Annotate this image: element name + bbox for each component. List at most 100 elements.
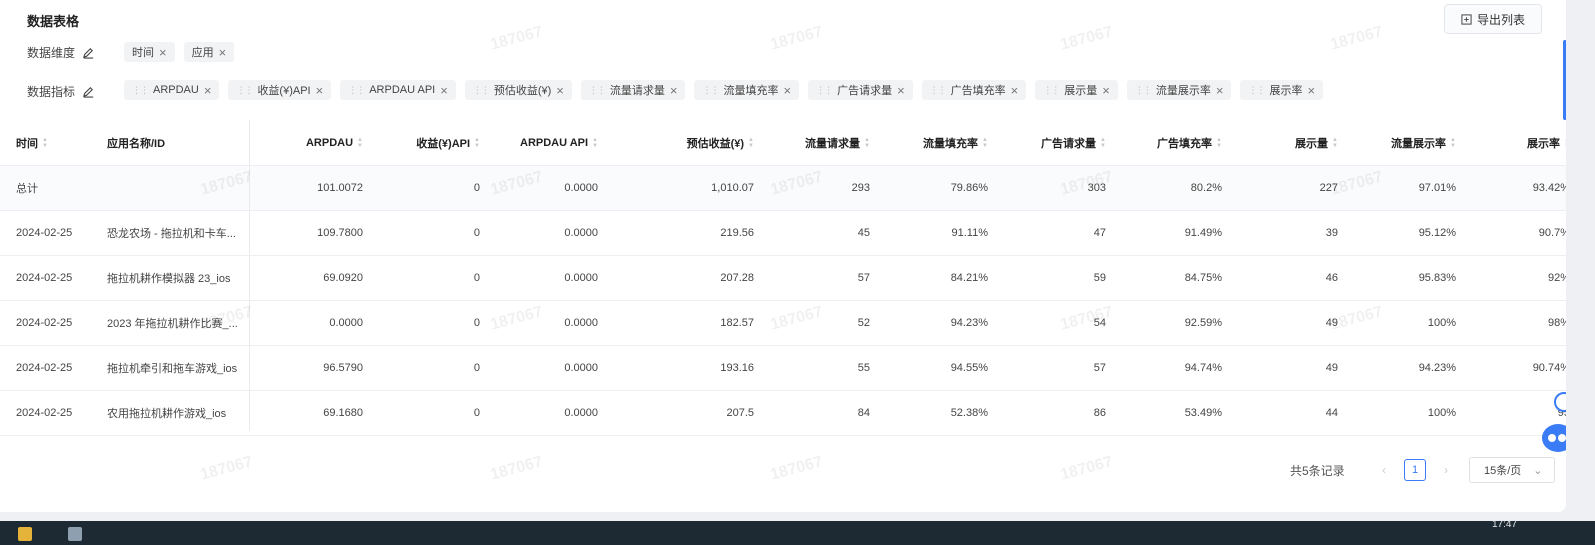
dimension-row-label: 数据维度 bbox=[27, 44, 95, 61]
table-cell: 0.0000 bbox=[564, 227, 598, 239]
edit-pencil-icon[interactable] bbox=[82, 85, 95, 98]
table-cell bbox=[107, 166, 247, 210]
next-page-button[interactable]: › bbox=[1436, 459, 1456, 481]
table-cell: 44 bbox=[1325, 407, 1338, 419]
drag-handle-icon[interactable]: ⋮⋮ bbox=[1043, 85, 1060, 96]
watermark: 187067 bbox=[1328, 23, 1385, 54]
drag-handle-icon[interactable]: ⋮⋮ bbox=[132, 85, 149, 96]
metric-tag[interactable]: ⋮⋮ 流量请求量 × bbox=[580, 80, 686, 100]
drag-handle-icon[interactable]: ⋮⋮ bbox=[589, 85, 606, 96]
close-icon[interactable]: × bbox=[783, 84, 791, 97]
drag-handle-icon[interactable]: ⋮⋮ bbox=[348, 85, 365, 96]
close-icon[interactable]: × bbox=[897, 84, 905, 97]
close-icon[interactable]: × bbox=[204, 84, 212, 97]
column-header[interactable]: 预估收益(¥) ▲ ▼ bbox=[600, 120, 754, 165]
column-header[interactable]: 广告填充率 ▲ ▼ bbox=[1112, 120, 1222, 165]
app-icon[interactable] bbox=[68, 527, 82, 541]
dimension-tag[interactable]: 时间 × bbox=[124, 42, 175, 62]
sort-icon[interactable]: ▲▼ bbox=[1564, 137, 1566, 149]
page-size-select[interactable]: 15条/页 ⌄ bbox=[1469, 457, 1555, 483]
column-header[interactable]: 收益(¥)API ▲ ▼ bbox=[372, 120, 480, 165]
drag-handle-icon[interactable]: ⋮⋮ bbox=[236, 85, 253, 96]
export-list-button[interactable]: 导出列表 bbox=[1444, 4, 1542, 34]
table-cell: 57 bbox=[857, 272, 870, 284]
table-cell: 109.7800 bbox=[317, 227, 363, 239]
sort-icon[interactable]: ▲▼ bbox=[592, 137, 598, 149]
total-row: 总计 101.0072 0 0.0000 1,010.07 293 79.86% 303 80.… bbox=[0, 166, 1566, 211]
column-header[interactable]: ARPDAU ▲ ▼ bbox=[255, 120, 363, 165]
table-cell: 53.49% bbox=[1184, 407, 1222, 419]
close-icon[interactable]: × bbox=[440, 84, 448, 97]
table-cell: 86 bbox=[1093, 407, 1106, 419]
sort-icon[interactable]: ▲▼ bbox=[864, 137, 870, 149]
column-header[interactable]: 流量请求量 ▲ ▼ bbox=[760, 120, 870, 165]
table-cell: 1,010.07 bbox=[711, 182, 754, 194]
table-cell: 93.42% bbox=[1532, 182, 1566, 194]
column-header[interactable]: 展示率▲▼ bbox=[1464, 120, 1566, 165]
drag-handle-icon[interactable]: ⋮⋮ bbox=[1135, 85, 1152, 96]
table-cell: 52.38% bbox=[950, 407, 988, 419]
column-header[interactable]: 展示量 ▲ ▼ bbox=[1232, 120, 1338, 165]
metric-tag[interactable]: ⋮⋮ 收益(¥)API × bbox=[228, 80, 332, 100]
close-icon[interactable]: × bbox=[556, 84, 564, 97]
watermark: 187067 bbox=[768, 23, 825, 54]
table-row: 2024-02-25 拖拉机牵引和拖车游戏_ios 96.5790 0 0.0000 19… bbox=[0, 346, 1566, 391]
sort-icon[interactable]: ▲▼ bbox=[1450, 137, 1456, 149]
table-cell: 94.55% bbox=[950, 362, 988, 374]
table-cell: 100% bbox=[1427, 407, 1456, 419]
column-header[interactable]: ARPDAU API ▲ ▼ bbox=[490, 120, 598, 165]
metric-tag[interactable]: ⋮⋮ 展示量 × bbox=[1035, 80, 1118, 100]
drag-handle-icon[interactable]: ⋮⋮ bbox=[1248, 85, 1265, 96]
column-header[interactable]: 流量填充率 ▲ ▼ bbox=[880, 120, 988, 165]
table-cell: 拖拉机牵引和拖车游戏_ios bbox=[107, 363, 238, 375]
metric-tag[interactable]: ⋮⋮ 广告填充率 × bbox=[921, 80, 1027, 100]
table-cell: 2024-02-25 bbox=[16, 362, 73, 374]
sort-icon[interactable]: ▲▼ bbox=[474, 137, 480, 149]
table-cell: 59 bbox=[1093, 272, 1106, 284]
sort-icon[interactable]: ▲▼ bbox=[1216, 137, 1222, 149]
close-icon[interactable]: × bbox=[219, 46, 227, 59]
sort-icon[interactable]: ▲▼ bbox=[748, 137, 754, 149]
metric-tag[interactable]: ⋮⋮ 流量填充率 × bbox=[694, 80, 800, 100]
close-icon[interactable]: × bbox=[670, 84, 678, 97]
sort-icon[interactable]: ▲▼ bbox=[1100, 137, 1106, 149]
column-header[interactable]: 广告请求量 ▲ ▼ bbox=[994, 120, 1106, 165]
close-icon[interactable]: × bbox=[1011, 84, 1019, 97]
side-scroll-accent[interactable] bbox=[1563, 40, 1566, 120]
drag-handle-icon[interactable]: ⋮⋮ bbox=[473, 85, 490, 96]
table-cell: 94.23% bbox=[1418, 362, 1456, 374]
folder-icon[interactable] bbox=[18, 527, 32, 541]
dimension-tag[interactable]: 应用 × bbox=[183, 42, 235, 62]
metric-tag[interactable]: ⋮⋮ ARPDAU API × bbox=[340, 80, 456, 100]
table-cell: 100% bbox=[1427, 317, 1456, 329]
close-icon[interactable]: × bbox=[159, 46, 167, 59]
sort-icon[interactable]: ▲▼ bbox=[1332, 137, 1338, 149]
assistant-robot-icon[interactable] bbox=[1540, 390, 1566, 460]
drag-handle-icon[interactable]: ⋮⋮ bbox=[930, 85, 947, 96]
metric-tag[interactable]: ⋮⋮ ARPDAU × bbox=[124, 80, 220, 100]
metric-tag[interactable]: ⋮⋮ 预估收益(¥) × bbox=[464, 80, 572, 100]
page-number-button[interactable]: 1 bbox=[1404, 459, 1426, 481]
metric-tag[interactable]: ⋮⋮ 广告请求量 × bbox=[808, 80, 913, 100]
sort-icon[interactable]: ▲▼ bbox=[42, 137, 48, 149]
column-header[interactable]: 流量展示率 ▲ ▼ bbox=[1346, 120, 1456, 165]
close-icon[interactable]: × bbox=[1102, 84, 1110, 97]
column-header[interactable]: 时间 ▲ ▼ bbox=[16, 120, 96, 165]
table-cell: 293 bbox=[851, 182, 870, 194]
close-icon[interactable]: × bbox=[1216, 84, 1224, 97]
drag-handle-icon[interactable]: ⋮⋮ bbox=[816, 85, 833, 96]
sort-icon[interactable]: ▲▼ bbox=[982, 137, 988, 149]
close-icon[interactable]: × bbox=[1307, 84, 1315, 97]
table-cell: 90.74% bbox=[1532, 362, 1566, 374]
metric-tag[interactable]: ⋮⋮ 流量展示率 × bbox=[1126, 80, 1232, 100]
prev-page-button[interactable]: ‹ bbox=[1374, 459, 1394, 481]
drag-handle-icon[interactable]: ⋮⋮ bbox=[702, 85, 719, 96]
sort-icon[interactable]: ▲▼ bbox=[357, 137, 363, 149]
edit-pencil-icon[interactable] bbox=[82, 46, 95, 59]
table-cell: 49 bbox=[1325, 362, 1338, 374]
metric-tag[interactable]: ⋮⋮ 展示率 × bbox=[1240, 80, 1324, 100]
close-icon[interactable]: × bbox=[316, 84, 324, 97]
table-cell: 0 bbox=[473, 362, 480, 374]
table-cell: 0.0000 bbox=[564, 182, 598, 194]
column-header[interactable]: 应用名称/ID bbox=[107, 120, 247, 165]
